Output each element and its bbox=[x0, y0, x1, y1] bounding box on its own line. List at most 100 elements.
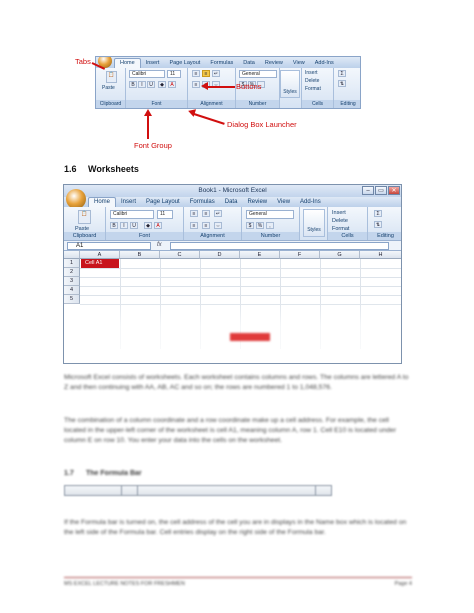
excel-alignment-label: Alignment bbox=[184, 232, 241, 240]
styles-group: Styles bbox=[280, 68, 302, 108]
excel-window: Book1 - Microsoft Excel – ▭ ✕ Home Inser… bbox=[63, 184, 402, 364]
excel-underline-icon[interactable]: U bbox=[130, 222, 138, 229]
bold-icon[interactable]: B bbox=[129, 81, 137, 88]
name-box[interactable]: A1 bbox=[67, 242, 151, 250]
column-header-d[interactable]: D bbox=[200, 251, 240, 259]
font-group: Calibri 11 B I U ◆ A Font bbox=[126, 68, 188, 108]
row-header-4[interactable]: 4 bbox=[64, 286, 80, 295]
wrap-text-icon[interactable]: ↵ bbox=[212, 70, 220, 77]
excel-tab-formulas[interactable]: Formulas bbox=[185, 198, 220, 207]
excel-sort-icon[interactable]: ⇅ bbox=[374, 221, 382, 228]
font-name-box[interactable]: Calibri bbox=[129, 70, 165, 78]
italic-icon[interactable]: I bbox=[138, 81, 146, 88]
dialog-launcher-arrow bbox=[193, 113, 225, 125]
paste-label: Paste bbox=[102, 85, 115, 91]
minimize-button[interactable]: – bbox=[362, 186, 374, 195]
excel-tab-data[interactable]: Data bbox=[220, 198, 243, 207]
font-size-box[interactable]: 11 bbox=[167, 70, 181, 78]
column-header-b[interactable]: B bbox=[120, 251, 160, 259]
excel-font-name-box[interactable]: Calibri bbox=[110, 210, 154, 219]
styles-button[interactable]: Styles bbox=[280, 70, 300, 98]
font-group-arrow bbox=[147, 114, 149, 139]
excel-align-left-icon[interactable]: ≡ bbox=[190, 222, 198, 229]
excel-number-label: Number bbox=[242, 232, 299, 240]
excel-delete-cells-button[interactable]: Delete bbox=[332, 218, 348, 224]
excel-align-center-icon[interactable]: ≡ bbox=[202, 222, 210, 229]
number-format-box[interactable]: General bbox=[239, 70, 277, 78]
excel-font-size-box[interactable]: 11 bbox=[157, 210, 173, 219]
excel-tab-add-ins[interactable]: Add-Ins bbox=[295, 198, 326, 207]
insert-cells-button[interactable]: Insert bbox=[305, 70, 318, 76]
worksheet-grid: A B C D E F G H 1 2 3 4 5 Cell A1 bbox=[64, 251, 401, 363]
excel-tab-home[interactable]: Home bbox=[88, 197, 117, 207]
excel-comma-icon[interactable]: , bbox=[266, 222, 274, 229]
paste-icon[interactable]: 📋 bbox=[106, 71, 117, 83]
align-middle-icon[interactable]: ≡ bbox=[202, 70, 210, 77]
excel-font-color-icon[interactable]: A bbox=[154, 222, 162, 229]
align-left-icon[interactable]: ≡ bbox=[192, 81, 200, 88]
excel-wrap-text-icon[interactable]: ↵ bbox=[214, 210, 222, 217]
column-header-a[interactable]: A bbox=[80, 251, 120, 259]
excel-currency-icon[interactable]: $ bbox=[246, 222, 254, 229]
excel-paste-icon[interactable]: 📋 bbox=[78, 210, 91, 224]
format-cells-button[interactable]: Format bbox=[305, 86, 321, 92]
fx-icon[interactable]: fx bbox=[157, 242, 162, 248]
maximize-button[interactable]: ▭ bbox=[375, 186, 387, 195]
select-all-corner[interactable] bbox=[64, 251, 80, 259]
excel-tab-insert[interactable]: Insert bbox=[116, 198, 141, 207]
font-color-icon[interactable]: A bbox=[168, 81, 176, 88]
excel-fill-color-icon[interactable]: ◆ bbox=[144, 222, 152, 229]
excel-office-button-icon[interactable] bbox=[66, 189, 86, 209]
excel-ribbon-tabs: Home Insert Page Layout Formulas Data Re… bbox=[64, 197, 401, 207]
formula-input[interactable] bbox=[170, 242, 389, 250]
underline-icon[interactable]: U bbox=[147, 81, 155, 88]
tab-add-ins[interactable]: Add-Ins bbox=[310, 59, 339, 68]
excel-number-format-box[interactable]: General bbox=[246, 210, 294, 219]
ribbon-figure: Home Insert Page Layout Formulas Data Re… bbox=[95, 56, 361, 109]
subsection-heading: 1.7 The Formula Bar bbox=[64, 470, 142, 477]
excel-tab-view[interactable]: View bbox=[272, 198, 295, 207]
excel-tab-review[interactable]: Review bbox=[242, 198, 272, 207]
excel-percent-icon[interactable]: % bbox=[256, 222, 264, 229]
excel-clipboard-label: Clipboard bbox=[64, 232, 105, 240]
excel-bold-icon[interactable]: B bbox=[110, 222, 118, 229]
excel-italic-icon[interactable]: I bbox=[120, 222, 128, 229]
excel-styles-button[interactable]: Styles bbox=[303, 209, 325, 237]
row-header-3[interactable]: 3 bbox=[64, 277, 80, 286]
dialog-launcher-annotation: Dialog Box Launcher bbox=[227, 120, 297, 129]
excel-insert-cells-button[interactable]: Insert bbox=[332, 210, 346, 216]
row-header-2[interactable]: 2 bbox=[64, 268, 80, 277]
tab-review[interactable]: Review bbox=[260, 59, 288, 68]
excel-cells-label: Cells bbox=[328, 232, 367, 240]
cell-a1[interactable]: Cell A1 bbox=[81, 259, 119, 268]
close-button[interactable]: ✕ bbox=[388, 186, 400, 195]
column-header-c[interactable]: C bbox=[160, 251, 200, 259]
excel-tab-page-layout[interactable]: Page Layout bbox=[141, 198, 185, 207]
excel-ribbon-body: 📋 Paste Clipboard Calibri 11 B I U ◆ A F… bbox=[64, 207, 401, 241]
column-header-h[interactable]: H bbox=[360, 251, 401, 259]
tab-formulas[interactable]: Formulas bbox=[205, 59, 238, 68]
column-header-f[interactable]: F bbox=[280, 251, 320, 259]
editing-group: Σ ⇅ Editing bbox=[334, 68, 360, 108]
tab-insert[interactable]: Insert bbox=[141, 59, 165, 68]
align-top-icon[interactable]: ≡ bbox=[192, 70, 200, 77]
blurred-red-mark bbox=[230, 333, 270, 341]
delete-cells-button[interactable]: Delete bbox=[305, 78, 319, 84]
column-header-e[interactable]: E bbox=[240, 251, 280, 259]
tab-home[interactable]: Home bbox=[114, 58, 141, 68]
excel-clipboard-group: 📋 Paste Clipboard bbox=[64, 207, 106, 240]
fill-color-icon[interactable]: ◆ bbox=[158, 81, 166, 88]
row-header-1[interactable]: 1 bbox=[64, 259, 80, 268]
excel-align-middle-icon[interactable]: ≡ bbox=[202, 210, 210, 217]
excel-alignment-group: ≡ ≡ ↵ ≡ ≡ ⇔ Alignment bbox=[184, 207, 242, 240]
excel-align-top-icon[interactable]: ≡ bbox=[190, 210, 198, 217]
column-header-g[interactable]: G bbox=[320, 251, 360, 259]
excel-merge-icon[interactable]: ⇔ bbox=[214, 222, 222, 229]
tab-data[interactable]: Data bbox=[238, 59, 260, 68]
sort-icon[interactable]: ⇅ bbox=[338, 80, 346, 87]
sum-icon[interactable]: Σ bbox=[338, 70, 346, 77]
tab-page-layout[interactable]: Page Layout bbox=[164, 59, 205, 68]
tab-view[interactable]: View bbox=[288, 59, 310, 68]
excel-sum-icon[interactable]: Σ bbox=[374, 210, 382, 217]
buttons-annotation: Buttons bbox=[236, 82, 262, 91]
